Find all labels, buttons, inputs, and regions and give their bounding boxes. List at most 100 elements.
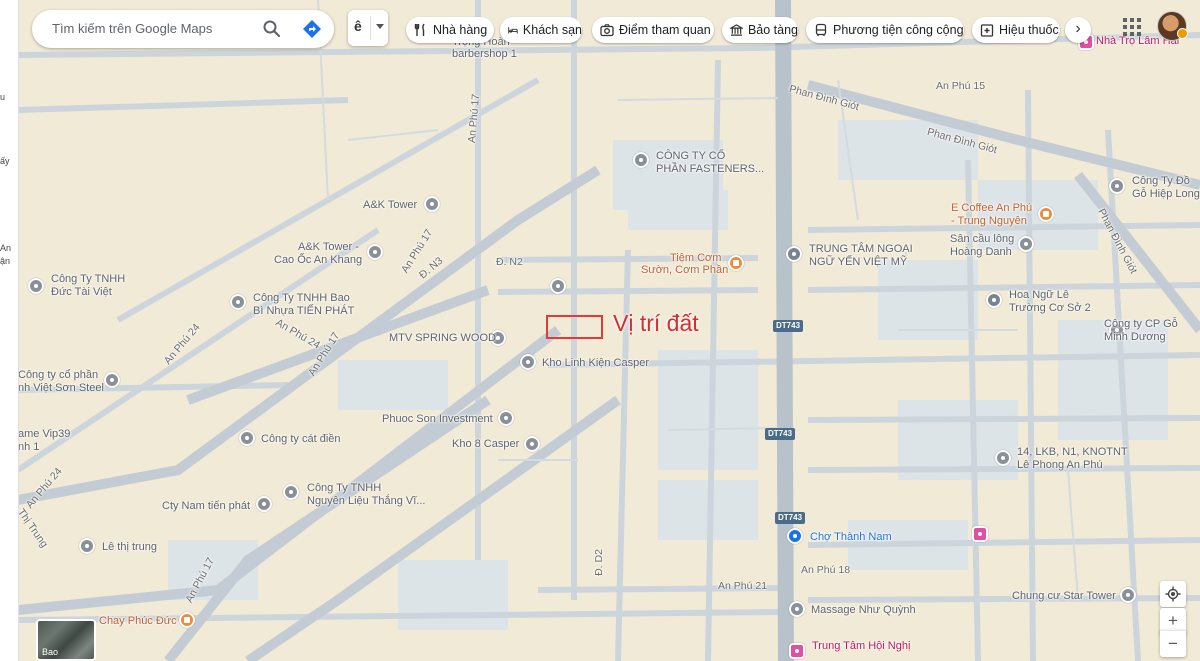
company-pin[interactable]: [239, 430, 255, 446]
road-label: An Phú 15: [936, 80, 986, 92]
place-label[interactable]: Công Ty TNHH Bao: [253, 292, 350, 305]
place-label[interactable]: Trung Tâm Hội Nghị: [812, 640, 910, 653]
place-label[interactable]: Lê Phong An Phú: [1017, 459, 1103, 472]
school-pin[interactable]: [550, 278, 566, 294]
place-pin[interactable]: [79, 538, 95, 554]
place-label[interactable]: TRUNG TÂM NGOẠI: [809, 243, 913, 256]
place-label[interactable]: MTV SPRING WOOD: [389, 332, 496, 345]
layers-button[interactable]: Bao: [36, 619, 96, 661]
company-pin[interactable]: [28, 278, 44, 294]
company-pin[interactable]: [256, 496, 272, 512]
divider: [370, 16, 371, 40]
search-input[interactable]: [50, 20, 264, 37]
place-label[interactable]: 14, LKB, N1, KNOTNT: [1017, 446, 1128, 459]
chevron-down-icon[interactable]: [376, 24, 384, 29]
restaurant-pin[interactable]: [728, 255, 744, 271]
place-label[interactable]: A&K Tower -: [298, 241, 359, 254]
map-canvas[interactable]: DT743 DT743 DT743 An Phú 15 Phan Đình Gi…: [18, 0, 1200, 661]
school-pin[interactable]: [986, 292, 1002, 308]
venue-pin[interactable]: [789, 643, 805, 659]
place-label[interactable]: Phuoc Son Investment: [382, 413, 493, 426]
place-label[interactable]: Công Ty TNHH: [307, 482, 381, 495]
place-label[interactable]: - Trung Nguyên: [951, 215, 1027, 228]
place-label[interactable]: Nguyên Liệu Thắng Vĩ...: [307, 495, 425, 508]
place-label[interactable]: Công Ty TNHH: [51, 273, 125, 286]
chip-hotels[interactable]: Khách sạn: [500, 17, 582, 43]
search-box[interactable]: [32, 10, 334, 48]
chip-label: Hiệu thuốc: [999, 23, 1059, 37]
place-label[interactable]: Công Ty Đồ: [1132, 175, 1190, 188]
building-pin[interactable]: [424, 196, 440, 212]
place-label[interactable]: Lê thị trung: [102, 541, 157, 554]
market-pin[interactable]: [787, 528, 803, 544]
company-pin[interactable]: [230, 294, 246, 310]
place-label[interactable]: Bì Nhựa TIẾN PHÁT: [253, 305, 354, 318]
place-label[interactable]: PHẦN FASTENERS...: [656, 163, 764, 176]
chip-restaurants[interactable]: Nhà hàng: [406, 17, 494, 43]
place-label[interactable]: Chay Phúc Đức: [99, 615, 177, 628]
route-shield: DT743: [765, 428, 796, 440]
zoom-out-button[interactable]: −: [1160, 630, 1186, 657]
company-pin[interactable]: [633, 152, 649, 168]
building-pin[interactable]: [367, 244, 383, 260]
route-shield: DT743: [775, 512, 806, 524]
place-label[interactable]: ame Vip39: [18, 428, 70, 441]
apartment-pin[interactable]: [1120, 587, 1136, 603]
place-label[interactable]: Massage Như Quỳnh: [811, 604, 916, 617]
place-label[interactable]: Đức Tài Việt: [51, 286, 112, 299]
crosshair-icon: [1165, 586, 1181, 602]
place-label[interactable]: Sườn, Cơm Phần: [641, 264, 728, 277]
place-label[interactable]: Minh Dương: [1104, 331, 1166, 344]
apps-grid-icon[interactable]: [1120, 15, 1144, 39]
company-pin[interactable]: [498, 410, 514, 426]
place-label[interactable]: Gỗ Hiệp Long: [1132, 188, 1200, 201]
chip-attractions[interactable]: Điểm tham quan: [592, 17, 714, 43]
input-tools-selector[interactable]: ê: [348, 10, 388, 46]
museum-icon: [730, 24, 743, 36]
place-pin[interactable]: [995, 450, 1011, 466]
place-label[interactable]: Hoàng Danh: [950, 246, 1012, 259]
place-label[interactable]: E Coffee An Phú: [951, 202, 1032, 215]
place-label[interactable]: Trường Cơ Sở 2: [1009, 302, 1091, 315]
place-label[interactable]: Kho Linh Kiện Casper: [542, 357, 649, 370]
place-label[interactable]: CÔNG TY CỔ: [656, 150, 725, 163]
notification-badge: [1177, 28, 1188, 39]
search-icon[interactable]: [262, 19, 282, 39]
chips-next-button[interactable]: ›: [1065, 17, 1091, 43]
warehouse-pin[interactable]: [520, 354, 536, 370]
place-label[interactable]: Công ty CP Gỗ: [1104, 318, 1178, 331]
place-label[interactable]: Chung cư Star Tower: [1012, 590, 1116, 603]
chip-pharmacies[interactable]: Hiệu thuốc: [972, 17, 1060, 43]
place-label[interactable]: Cty Nam tiến phát: [162, 500, 250, 513]
land-location-marker: [546, 315, 603, 339]
warehouse-pin[interactable]: [524, 436, 540, 452]
company-pin[interactable]: [104, 372, 120, 388]
place-label[interactable]: A&K Tower: [363, 199, 417, 212]
place-label[interactable]: Chợ Thành Nam: [810, 531, 892, 544]
place-label[interactable]: Hoa Ngữ Lê: [1009, 289, 1069, 302]
place-label[interactable]: nh 1: [18, 441, 39, 454]
place-label[interactable]: Kho 8 Casper: [452, 438, 519, 451]
chip-label: Điểm tham quan: [619, 23, 711, 37]
shopping-pin[interactable]: [972, 526, 988, 542]
place-label[interactable]: Sân cầu lông: [950, 233, 1014, 246]
route-shield: DT743: [773, 320, 804, 332]
place-label[interactable]: Cao Ốc An Khang: [274, 254, 362, 267]
cafe-pin[interactable]: [1038, 206, 1054, 222]
chip-museums[interactable]: Bảo tàng: [722, 17, 798, 43]
place-label[interactable]: Công ty cổ phần: [18, 369, 98, 382]
directions-icon[interactable]: [302, 19, 322, 39]
chip-transit[interactable]: Phương tiện công cộng: [806, 17, 964, 43]
place-label[interactable]: Công ty cát điền: [261, 433, 341, 446]
company-pin[interactable]: [1109, 178, 1125, 194]
school-pin[interactable]: [786, 246, 802, 262]
restaurant-pin[interactable]: [179, 612, 195, 628]
spa-pin[interactable]: [789, 601, 805, 617]
my-location-button[interactable]: [1160, 581, 1186, 607]
sports-pin[interactable]: [1018, 236, 1034, 252]
place-label[interactable]: nh Việt Sơn Steel: [18, 382, 104, 395]
company-pin[interactable]: [283, 484, 299, 500]
place-label[interactable]: barbershop 1: [452, 48, 517, 61]
place-label[interactable]: NGỮ YẾN VIỆT MỸ: [809, 256, 907, 269]
land-location-label: Vị trí đất: [613, 310, 699, 336]
